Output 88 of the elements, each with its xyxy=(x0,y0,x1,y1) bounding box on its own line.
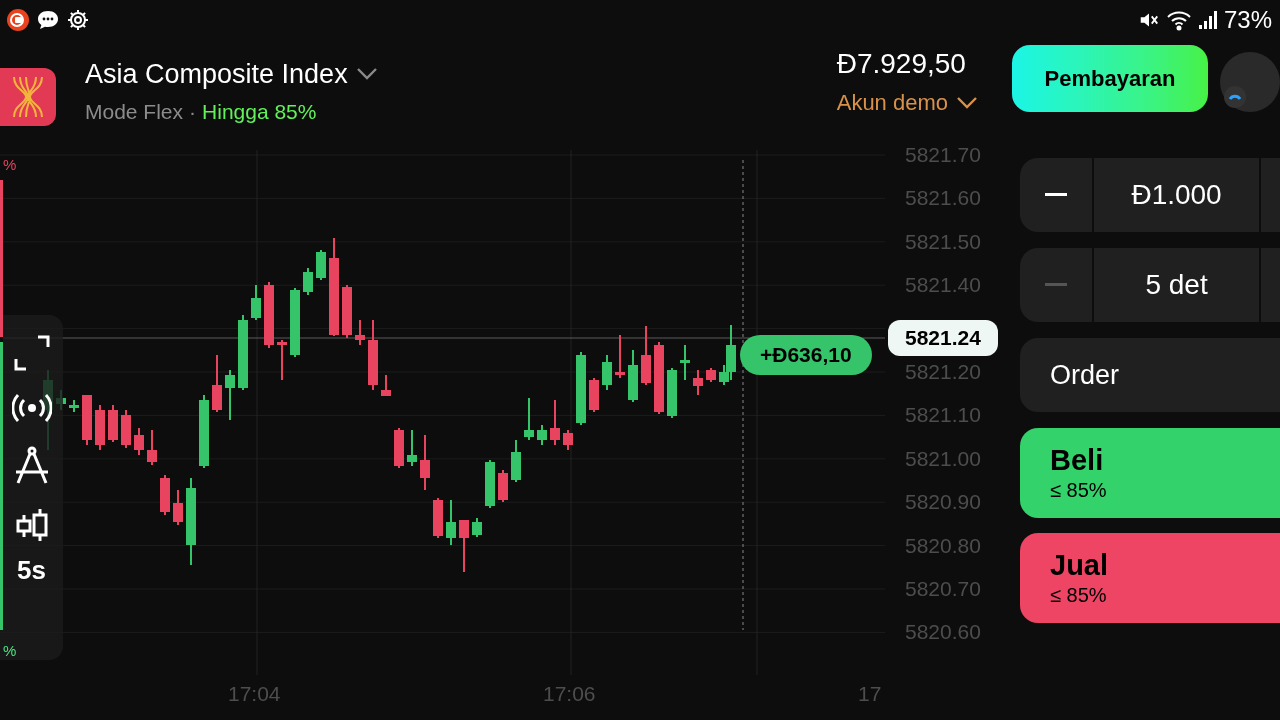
candle xyxy=(121,409,131,449)
asset-logo xyxy=(0,68,56,126)
broadcast-icon[interactable] xyxy=(11,393,52,423)
candle xyxy=(355,319,365,346)
payout-label: Hingga 85% xyxy=(202,99,317,125)
price-axis-label: 5821.60 xyxy=(905,186,981,211)
amount-field[interactable]: Đ1.000 xyxy=(1094,158,1260,232)
chevron-down-icon[interactable] xyxy=(355,67,378,81)
candle xyxy=(212,354,222,413)
battery-percentage: 73% xyxy=(1223,5,1272,35)
buy-sentiment-label: % xyxy=(3,641,17,661)
price-axis-label: 5820.80 xyxy=(905,533,981,558)
payment-button[interactable]: Pembayaran xyxy=(1012,45,1208,112)
chat-bubble-icon xyxy=(36,8,60,32)
candle xyxy=(667,367,677,419)
price-axis-label: 5821.20 xyxy=(905,360,981,384)
signal-icon xyxy=(1197,9,1218,31)
account-type-label[interactable]: Akun demo xyxy=(836,86,948,119)
candle xyxy=(420,434,430,491)
settings-icon xyxy=(66,8,90,32)
fullscreen-icon[interactable] xyxy=(13,335,50,371)
time-axis-label: 17:06 xyxy=(543,681,596,707)
candle xyxy=(615,334,625,379)
candle xyxy=(485,459,495,509)
time-axis-label: 17 xyxy=(858,681,882,707)
candle xyxy=(95,404,105,451)
chevron-down-icon[interactable] xyxy=(956,95,978,110)
price-axis-label: 5821.00 xyxy=(905,446,981,471)
candle xyxy=(472,517,482,538)
candle xyxy=(641,325,651,386)
account-balance: Đ7.929,50 xyxy=(836,47,966,81)
candle xyxy=(303,267,313,296)
sell-button[interactable]: Jual ≤ 85% xyxy=(1020,533,1280,623)
profit-tag: +Đ636,10 xyxy=(740,335,872,375)
price-axis-label: 5821.70 xyxy=(905,143,981,167)
current-price-tag: 5821.24 xyxy=(888,320,998,356)
candle xyxy=(563,429,573,451)
buy-button[interactable]: Beli ≤ 85% xyxy=(1020,428,1280,518)
candle xyxy=(147,429,157,466)
candle xyxy=(693,369,703,396)
price-axis-label: 5821.40 xyxy=(905,273,981,298)
candle xyxy=(134,427,144,456)
price-axis-label: 5820.60 xyxy=(905,620,981,645)
candle xyxy=(316,249,326,281)
duration-field[interactable]: 5 det xyxy=(1094,248,1260,322)
candle xyxy=(108,404,118,443)
candle xyxy=(537,424,547,446)
minus-icon xyxy=(1045,283,1068,287)
candle xyxy=(394,427,404,469)
candle xyxy=(602,354,612,391)
minus-icon xyxy=(1045,193,1068,197)
candle xyxy=(251,284,261,321)
screen-recorder-icon xyxy=(6,8,30,32)
candle xyxy=(498,469,508,503)
candle xyxy=(550,399,560,446)
price-axis-label: 5821.10 xyxy=(905,403,981,428)
candle xyxy=(264,281,274,349)
sell-sentiment-label: % xyxy=(3,155,17,175)
candle xyxy=(433,497,443,539)
mode-label: Mode Flex xyxy=(85,99,184,125)
candle xyxy=(628,349,638,403)
separator-dot: · xyxy=(189,99,197,125)
candle xyxy=(407,429,417,467)
candle xyxy=(459,519,469,573)
candle xyxy=(160,474,170,516)
order-selector[interactable]: Order xyxy=(1020,338,1280,412)
candle xyxy=(368,319,378,391)
candle xyxy=(342,284,352,339)
candle xyxy=(706,367,716,383)
candle xyxy=(680,344,690,381)
candle xyxy=(290,287,300,358)
price-axis-label: 5820.70 xyxy=(905,577,981,601)
time-axis-label: 17:04 xyxy=(228,681,281,707)
candle xyxy=(173,489,183,526)
price-axis-label: 5821.50 xyxy=(905,229,981,254)
candle xyxy=(277,339,287,381)
wifi-icon xyxy=(1165,9,1192,31)
candle xyxy=(524,397,534,441)
interval-label[interactable]: 5s xyxy=(17,551,46,590)
candle xyxy=(511,439,521,483)
candle xyxy=(69,399,79,413)
candle xyxy=(225,369,235,421)
price-axis-label: 5820.90 xyxy=(905,490,981,515)
candle xyxy=(82,394,92,446)
candle xyxy=(381,374,391,397)
candle xyxy=(589,377,599,413)
instrument-name[interactable]: Asia Composite Index xyxy=(85,56,348,92)
candle xyxy=(446,499,456,546)
